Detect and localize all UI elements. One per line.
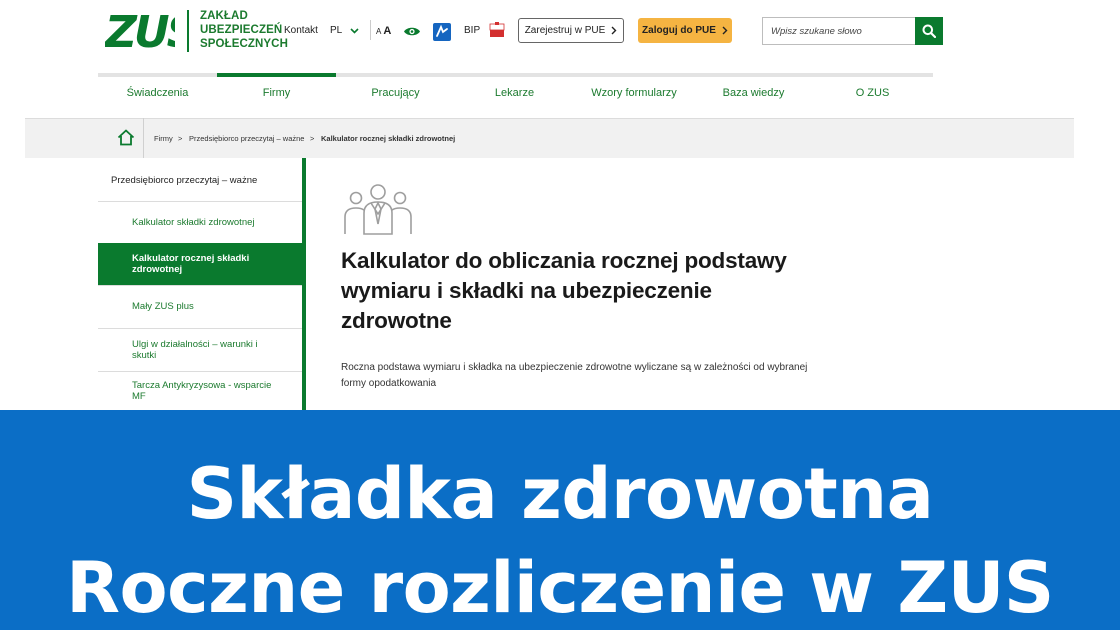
eye-contrast-icon[interactable] bbox=[403, 26, 421, 37]
login-pue-label: Zaloguj do PUE bbox=[642, 25, 716, 36]
logo-line-1: ZAKŁAD bbox=[200, 10, 248, 22]
sidebar-item-label: Kalkulator rocznej składki zdrowotnej bbox=[132, 252, 250, 276]
nav-item-wzory-formularzy[interactable]: Wzory formularzy bbox=[574, 87, 694, 100]
font-size-large-button[interactable]: A bbox=[383, 25, 391, 37]
breadcrumb-item-firmy[interactable]: Firmy bbox=[154, 134, 173, 143]
logo-line-3: SPOŁECZNYCH bbox=[200, 38, 288, 50]
nav-item-pracujacy[interactable]: Pracujący bbox=[336, 87, 455, 100]
home-icon[interactable] bbox=[117, 129, 135, 146]
bip-link[interactable]: BIP bbox=[464, 25, 480, 37]
register-pue-button[interactable]: Zarejestruj w PUE bbox=[518, 18, 624, 43]
search-placeholder: Wpisz szukane słowo bbox=[771, 25, 862, 37]
chevron-down-icon bbox=[350, 28, 359, 34]
breadcrumb-item-przedsiebiorco[interactable]: Przedsiębiorco przeczytaj – ważne bbox=[189, 134, 304, 143]
chevron-right-icon bbox=[611, 26, 617, 35]
page-description: Roczna podstawa wymiaru i składka na ube… bbox=[341, 362, 808, 389]
nav-item-firmy[interactable]: Firmy bbox=[217, 87, 336, 100]
font-size-controls: A A bbox=[376, 25, 391, 37]
sidebar-heading[interactable]: Przedsiębiorco przeczytaj – ważne bbox=[111, 175, 257, 186]
chevron-right-icon bbox=[722, 26, 728, 35]
nav-item-swiadczenia[interactable]: Świadczenia bbox=[98, 87, 217, 100]
login-pue-button[interactable]: Zaloguj do PUE bbox=[638, 18, 732, 43]
sidebar-item-label: Kalkulator składki zdrowotnej bbox=[132, 216, 255, 228]
sidebar-accent-rule bbox=[302, 158, 306, 410]
sidebar-item-kalkulator-skladki[interactable]: Kalkulator składki zdrowotnej bbox=[98, 201, 302, 243]
logo-wordmark[interactable]: ZAKŁAD UBEZPIECZEŃ SPOŁECZNYCH bbox=[200, 9, 290, 51]
sidebar-item-kalkulator-rocznej[interactable]: Kalkulator rocznej składki zdrowotnej bbox=[98, 243, 302, 285]
sidebar-item-ulgi[interactable]: Ulgi w działalności – warunki i skutki bbox=[98, 328, 302, 371]
banner-title-line-2: Roczne rozliczenie w ZUS bbox=[66, 547, 1054, 629]
search-input[interactable]: Wpisz szukane słowo bbox=[762, 17, 916, 45]
sign-language-icon[interactable] bbox=[433, 23, 451, 41]
logo-divider bbox=[187, 10, 189, 52]
people-group-icon bbox=[344, 184, 412, 235]
language-value: PL bbox=[330, 25, 343, 36]
breadcrumb-separator: > bbox=[310, 134, 315, 143]
header-divider bbox=[370, 20, 371, 40]
sidebar-item-maly-zus-plus[interactable]: Mały ZUS plus bbox=[98, 285, 302, 328]
zus-logo-mark[interactable]: ZUS bbox=[105, 9, 175, 51]
nav-active-indicator bbox=[217, 73, 336, 77]
nav-item-o-zus[interactable]: O ZUS bbox=[813, 87, 932, 100]
sidebar-item-tarcza[interactable]: Tarcza Antykryzysowa - wsparcie MF bbox=[98, 371, 302, 410]
register-pue-label: Zarejestruj w PUE bbox=[524, 25, 606, 36]
sidebar-item-label: Ulgi w działalności – warunki i skutki bbox=[132, 338, 258, 362]
nav-item-baza-wiedzy[interactable]: Baza wiedzy bbox=[694, 87, 813, 100]
banner-title-line-1: Składka zdrowotna bbox=[186, 453, 934, 535]
breadcrumb-item-current: Kalkulator rocznej składki zdrowotnej bbox=[321, 134, 456, 143]
nav-item-lekarze[interactable]: Lekarze bbox=[455, 87, 574, 100]
bip-flag-icon[interactable] bbox=[489, 22, 505, 39]
search-icon bbox=[922, 24, 936, 38]
breadcrumb-divider bbox=[143, 118, 144, 158]
logo-mark-text: ZUS bbox=[105, 9, 175, 51]
breadcrumb-separator: > bbox=[178, 134, 183, 143]
search-button[interactable] bbox=[915, 17, 943, 45]
contact-link[interactable]: Kontakt bbox=[284, 25, 318, 37]
page-title: Kalkulator do obliczania rocznej podstaw… bbox=[341, 248, 787, 333]
sidebar-item-label: Mały ZUS plus bbox=[132, 301, 194, 313]
font-size-small-button[interactable]: A bbox=[376, 27, 381, 36]
logo-line-2: UBEZPIECZEŃ bbox=[200, 24, 283, 36]
sidebar-item-label: Tarcza Antykryzysowa - wsparcie MF bbox=[132, 379, 272, 403]
language-select[interactable]: PL bbox=[330, 25, 359, 37]
